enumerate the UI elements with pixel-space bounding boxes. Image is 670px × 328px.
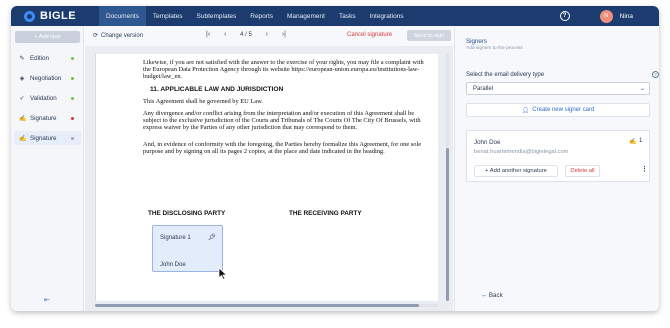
- document-text: Likewise, if you are not satisfied with …: [143, 59, 433, 160]
- mouse-cursor-icon: [218, 267, 228, 280]
- bigle-logo-icon: [24, 10, 35, 22]
- signature-icon: ✍: [19, 115, 27, 122]
- steps-sidebar: + Add step ✎ Edition ◈ Negotiation ✓ Val…: [11, 26, 84, 311]
- pin-icon[interactable]: 📌︎: [208, 233, 216, 241]
- document-page: Likewise, if you are not satisfied with …: [95, 54, 438, 301]
- nav-integrations[interactable]: Integrations: [363, 6, 411, 26]
- delivery-type-value: Parallel: [473, 85, 494, 92]
- status-dot-grey: [71, 136, 74, 140]
- disclosing-party-label: THE DISCLOSING PARTY: [148, 210, 226, 217]
- signer-card: John Doe benat.huartemendia@biglelegal.c…: [466, 130, 650, 182]
- delivery-type-label: Select the email delivery type: [466, 72, 545, 78]
- nav-subtemplates[interactable]: Subtemplates: [190, 6, 244, 26]
- edit-icon: ✎: [19, 55, 25, 62]
- nav-reports[interactable]: Reports: [243, 6, 280, 26]
- step-validation[interactable]: ✓ Validation: [14, 91, 81, 105]
- signature-field-signer: John Doe: [160, 262, 186, 268]
- chevron-down-icon: ⌄: [639, 86, 645, 92]
- add-step-button[interactable]: + Add step: [15, 31, 80, 43]
- status-dot-green: [71, 76, 74, 80]
- document-toolbar: ⟳ Change version |‹ ‹ 4 / 5 › ›| Cancel …: [85, 26, 453, 46]
- status-dot-green: [71, 56, 74, 60]
- status-dot-green: [71, 96, 74, 100]
- doc-paragraph: And, in evidence of conformity with the …: [143, 140, 422, 155]
- nav-management[interactable]: Management: [280, 6, 332, 26]
- horizontal-scroll-thumb[interactable]: [95, 304, 419, 307]
- info-icon[interactable]: ?: [652, 71, 659, 78]
- step-label: Negotiation: [30, 74, 62, 82]
- app-window: BIGLE Documents Templates Subtemplates R…: [11, 6, 659, 311]
- change-version-button[interactable]: ⟳ Change version: [93, 32, 144, 40]
- signature-count: 1: [639, 138, 643, 144]
- create-signer-card-button[interactable]: 👤︎ Create new signer card: [466, 103, 650, 117]
- back-button[interactable]: ← Back: [481, 292, 503, 299]
- first-page-icon[interactable]: |‹: [206, 31, 210, 38]
- page-navigator: |‹ ‹ 4 / 5 › ›|: [206, 31, 286, 38]
- avatar[interactable]: N: [599, 9, 613, 23]
- page-indicator: 4 / 5: [240, 31, 252, 38]
- check-circle-icon: ✓: [19, 95, 25, 102]
- add-user-icon: 👤︎: [521, 107, 530, 114]
- receiving-party-label: THE RECEIVING PARTY: [289, 210, 362, 217]
- nav-documents[interactable]: Documents: [99, 6, 146, 26]
- step-signature-1[interactable]: ✍ Signature: [14, 111, 81, 125]
- step-label: Edition: [30, 54, 49, 62]
- signature-icon: ✍: [629, 139, 637, 145]
- signature-field-label: Signature 1: [160, 235, 191, 241]
- vertical-scrollbar[interactable]: [446, 54, 449, 301]
- vertical-scroll-thumb[interactable]: [446, 148, 449, 301]
- arrow-left-icon: ←: [481, 292, 488, 299]
- panel-title: Signers: [466, 38, 487, 45]
- horizontal-scrollbar[interactable]: [95, 304, 438, 307]
- add-another-signature-button[interactable]: + Add another signature: [474, 165, 558, 177]
- doc-paragraph: Likewise, if you are not satisfied with …: [143, 59, 424, 81]
- step-label: Signature: [30, 134, 57, 142]
- change-version-label: Change version: [101, 32, 144, 39]
- top-navbar: BIGLE Documents Templates Subtemplates R…: [11, 6, 659, 26]
- brand-logo[interactable]: BIGLE: [24, 10, 99, 22]
- doc-paragraph: This Agreement shall be governed by EU L…: [143, 97, 263, 105]
- user-name[interactable]: Nina: [620, 13, 633, 20]
- step-edition[interactable]: ✎ Edition: [14, 51, 81, 65]
- main-nav: Documents Templates Subtemplates Reports…: [99, 6, 411, 26]
- send-to-sign-button[interactable]: Send to sign: [407, 30, 451, 41]
- document-viewer: Likewise, if you are not satisfied with …: [85, 46, 453, 311]
- signer-email: benat.huartemendia@biglelegal.com: [474, 149, 569, 155]
- create-signer-card-label: Create new signer card: [532, 107, 595, 113]
- signature-icon: ✍: [19, 135, 27, 142]
- signers-panel: Signers Add signers to the process Selec…: [454, 26, 659, 311]
- panel-subtitle: Add signers to the process: [466, 46, 523, 51]
- handshake-icon: ◈: [19, 75, 25, 82]
- step-signature-2[interactable]: ✍ Signature: [14, 131, 81, 145]
- user-area: ? N Nina: [559, 6, 659, 26]
- signer-name: John Doe: [474, 139, 501, 146]
- doc-paragraph: Any divergence and/or conflict arising f…: [143, 110, 421, 132]
- doc-heading: 11. APPLICABLE LAW AND JURISDICTION: [150, 85, 284, 93]
- nav-templates[interactable]: Templates: [146, 6, 190, 26]
- next-page-icon[interactable]: ›: [266, 31, 268, 38]
- more-options-icon[interactable]: ⋮: [641, 165, 648, 173]
- delivery-type-select[interactable]: Parallel ⌄: [466, 82, 650, 95]
- back-label: Back: [488, 292, 503, 299]
- cancel-signature-button[interactable]: Cancel signature: [347, 32, 392, 38]
- brand-name: BIGLE: [40, 10, 77, 22]
- refresh-icon: ⟳: [93, 33, 99, 39]
- nav-tasks[interactable]: Tasks: [332, 6, 363, 26]
- signature-field[interactable]: Signature 1 📌︎ John Doe: [152, 225, 223, 272]
- prev-page-icon[interactable]: ‹: [224, 31, 226, 38]
- collapse-sidebar-icon[interactable]: ⇤: [44, 297, 51, 304]
- step-negotiation[interactable]: ◈ Negotiation: [14, 71, 81, 85]
- step-label: Validation: [30, 94, 57, 102]
- delete-all-button[interactable]: Delete all: [565, 165, 600, 177]
- step-label: Signature: [30, 114, 57, 122]
- status-dot-red: [71, 116, 74, 120]
- last-page-icon[interactable]: ›|: [282, 31, 286, 38]
- question-circle-icon[interactable]: ?: [559, 11, 570, 21]
